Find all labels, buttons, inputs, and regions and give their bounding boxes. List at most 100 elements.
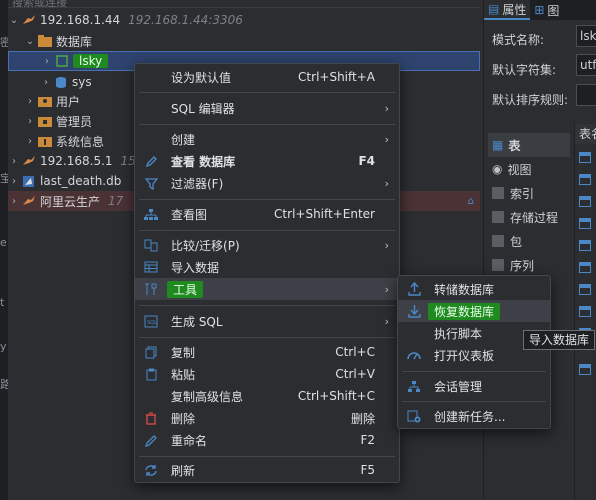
- tab-properties[interactable]: ▤ 属性: [484, 0, 531, 20]
- chevron-right-icon[interactable]: ›: [40, 77, 52, 88]
- chevron-right-icon[interactable]: ›: [8, 176, 20, 187]
- submenu-separator: [402, 401, 546, 402]
- admin-folder-icon: [38, 114, 52, 128]
- menu-copy[interactable]: 复制 Ctrl+C: [135, 341, 399, 363]
- table-icon[interactable]: [579, 364, 591, 375]
- context-menu: 设为默认值 Ctrl+Shift+A SQL 编辑器 › 创建 › 查看 数据库…: [134, 63, 400, 483]
- table-icon[interactable]: [579, 196, 591, 207]
- folder-icon: [492, 235, 504, 247]
- charset-input[interactable]: utf: [576, 54, 596, 76]
- users-folder-icon: [38, 94, 52, 108]
- navigator-search[interactable]: 搜索或连接: [8, 0, 480, 8]
- table-icon[interactable]: [579, 262, 591, 273]
- menu-separator: [139, 124, 395, 125]
- sqlite-icon: [22, 174, 36, 188]
- submenu-create-task[interactable]: 创建新任务...: [398, 405, 550, 427]
- menu-sql-editor[interactable]: SQL 编辑器 ›: [135, 97, 399, 119]
- chevron-right-icon: ›: [384, 101, 389, 115]
- menu-separator: [139, 456, 395, 457]
- menu-import-data[interactable]: 导入数据: [135, 256, 399, 278]
- object-sequences[interactable]: 序列: [488, 253, 570, 277]
- dashboard-icon: [406, 347, 422, 363]
- menu-set-default[interactable]: 设为默认值 Ctrl+Shift+A: [135, 66, 399, 88]
- folder-icon: [492, 259, 504, 271]
- table-icon[interactable]: [579, 306, 591, 317]
- chevron-right-icon[interactable]: ›: [24, 116, 36, 127]
- collation-input[interactable]: [576, 84, 596, 106]
- menu-view-database[interactable]: 查看 数据库 F4: [135, 150, 399, 172]
- menu-rename[interactable]: 重命名 F2: [135, 429, 399, 451]
- menu-delete[interactable]: 删除 删除: [135, 407, 399, 429]
- menu-separator: [139, 337, 395, 338]
- object-procedures[interactable]: 存储过程: [488, 205, 570, 229]
- database-icon: [55, 54, 69, 68]
- dump-icon: [406, 281, 422, 297]
- table-icon[interactable]: [579, 284, 591, 295]
- properties-icon: ▤: [488, 2, 500, 16]
- menu-tools[interactable]: 工具 ›: [135, 278, 399, 300]
- chevron-right-icon[interactable]: ›: [24, 96, 36, 107]
- table-list: 表名: [574, 124, 596, 500]
- table-icon: [143, 259, 159, 275]
- menu-filter[interactable]: 过滤器(F) ›: [135, 172, 399, 194]
- copy-icon: [143, 344, 159, 360]
- menu-create[interactable]: 创建 ›: [135, 128, 399, 150]
- submenu-session-manager[interactable]: 会话管理: [398, 375, 550, 397]
- tree-folder-databases[interactable]: ⌄ 数据库: [8, 31, 480, 51]
- object-type-list: ▦ 表 ◉ 视图 索引 存储过程 包 序列: [488, 133, 570, 277]
- chevron-right-icon[interactable]: ›: [41, 56, 53, 67]
- menu-paste[interactable]: 粘贴 Ctrl+V: [135, 363, 399, 385]
- tools-submenu: 转储数据库 恢复数据库 执行脚本 打开仪表板 会话管理 创建新任务...: [397, 275, 551, 429]
- tooltip: 导入数据库: [523, 330, 596, 350]
- table-icon[interactable]: [579, 240, 591, 251]
- menu-refresh[interactable]: 刷新 F5: [135, 459, 399, 481]
- object-tables[interactable]: ▦ 表: [488, 133, 570, 157]
- menu-copy-advanced[interactable]: 复制高级信息 Ctrl+Shift+C: [135, 385, 399, 407]
- connection-name: 192.168.1.44: [40, 13, 121, 27]
- object-packages[interactable]: 包: [488, 229, 570, 253]
- chevron-down-icon[interactable]: ⌄: [8, 15, 20, 26]
- chevron-right-icon: ›: [384, 132, 389, 146]
- diagram-icon: [143, 206, 159, 222]
- trash-icon: [143, 410, 159, 426]
- menu-view-diagram[interactable]: 查看图 Ctrl+Shift+Enter: [135, 203, 399, 225]
- diagram-icon: ⊞: [534, 3, 545, 17]
- restore-icon: [406, 303, 422, 319]
- chevron-right-icon: ›: [384, 314, 389, 328]
- database-icon: [54, 75, 68, 89]
- menu-separator: [139, 199, 395, 200]
- sql-icon: SQL: [143, 313, 159, 329]
- submenu-separator: [402, 371, 546, 372]
- chevron-right-icon: ›: [384, 282, 389, 296]
- table-icon[interactable]: [579, 218, 591, 229]
- table-icon[interactable]: [579, 174, 591, 185]
- connection-address: 192.168.1.44:3306: [128, 13, 243, 27]
- table-icon[interactable]: [579, 152, 591, 163]
- tree-connection-1[interactable]: ⌄ 192.168.1.44 192.168.1.44:3306: [8, 10, 480, 30]
- submenu-dump-database[interactable]: 转储数据库: [398, 278, 550, 300]
- info-folder-icon: [38, 134, 52, 148]
- menu-compare-migrate[interactable]: 比较/迁移(P) ›: [135, 234, 399, 256]
- mysql-dolphin-icon: [22, 194, 36, 208]
- chevron-right-icon[interactable]: ›: [24, 136, 36, 147]
- editor-gutter: 密 宝 e t y 路: [0, 0, 11, 500]
- menu-separator: [139, 305, 395, 306]
- compare-icon: [143, 237, 159, 253]
- collation-label: 默认排序规则:: [492, 93, 569, 107]
- object-views[interactable]: ◉ 视图: [488, 157, 570, 181]
- menu-generate-sql[interactable]: SQL 生成 SQL ›: [135, 310, 399, 332]
- chevron-right-icon[interactable]: ›: [8, 196, 20, 207]
- lock-icon: ⌂: [467, 195, 474, 207]
- menu-separator: [139, 230, 395, 231]
- object-indexes[interactable]: 索引: [488, 181, 570, 205]
- schema-name-input[interactable]: lsky: [576, 25, 596, 47]
- chevron-right-icon[interactable]: ›: [8, 156, 20, 167]
- chevron-right-icon: ›: [384, 176, 389, 190]
- tab-diagram[interactable]: ⊞ 图: [530, 0, 563, 20]
- chevron-down-icon[interactable]: ⌄: [24, 36, 36, 47]
- schema-name-label: 模式名称:: [492, 33, 545, 47]
- submenu-restore-database[interactable]: 恢复数据库: [398, 300, 550, 322]
- tools-icon: [143, 281, 159, 297]
- svg-text:SQL: SQL: [147, 320, 157, 326]
- new-task-icon: [406, 408, 422, 424]
